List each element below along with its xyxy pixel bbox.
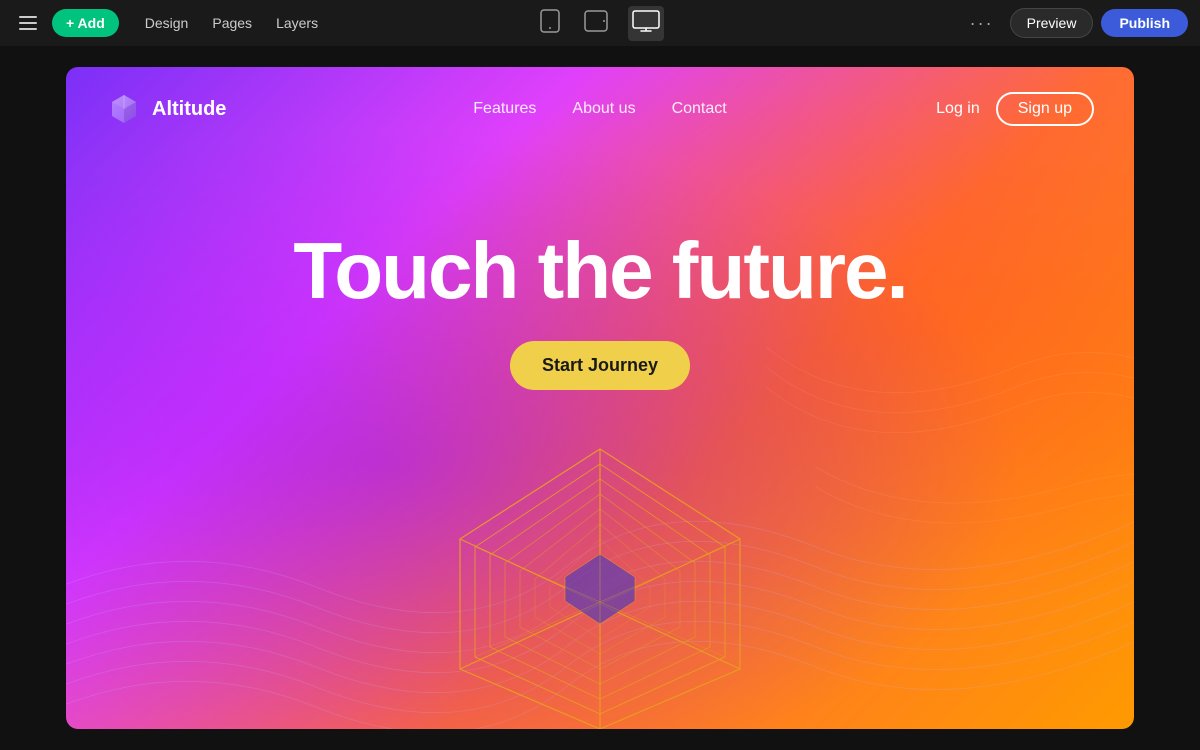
nav-contact[interactable]: Contact xyxy=(672,100,727,118)
nav-pages[interactable]: Pages xyxy=(202,9,262,37)
topbar-nav: Design Pages Layers xyxy=(135,9,328,37)
hero-cta-button[interactable]: Start Journey xyxy=(510,341,690,390)
site-nav-actions: Log in Sign up xyxy=(936,92,1094,126)
site-signup-button[interactable]: Sign up xyxy=(996,92,1094,126)
hero-title: Touch the future. xyxy=(293,231,906,311)
add-button[interactable]: + Add xyxy=(52,9,119,37)
3d-cube xyxy=(430,429,770,729)
logo-text: Altitude xyxy=(152,98,226,121)
logo-icon xyxy=(106,91,142,127)
preview-button[interactable]: Preview xyxy=(1010,8,1094,38)
publish-button[interactable]: Publish xyxy=(1101,9,1188,37)
hamburger-button[interactable] xyxy=(12,7,44,39)
nav-about[interactable]: About us xyxy=(572,100,635,118)
site-nav-links: Features About us Contact xyxy=(473,100,726,118)
site-hero: Touch the future. Start Journey xyxy=(66,151,1134,390)
nav-design[interactable]: Design xyxy=(135,9,199,37)
topbar-left: + Add Design Pages Layers xyxy=(12,7,328,39)
more-options-button[interactable]: ··· xyxy=(962,9,1002,38)
site-preview: Altitude Features About us Contact Log i… xyxy=(66,67,1134,729)
site-login-link[interactable]: Log in xyxy=(936,100,980,118)
topbar-right: ··· Preview Publish xyxy=(962,8,1188,38)
tablet-view-button[interactable] xyxy=(580,6,612,41)
site-logo: Altitude xyxy=(106,91,226,127)
nav-features[interactable]: Features xyxy=(473,100,536,118)
nav-layers[interactable]: Layers xyxy=(266,9,328,37)
mobile-view-button[interactable] xyxy=(536,5,564,42)
site-navbar: Altitude Features About us Contact Log i… xyxy=(66,67,1134,151)
device-switcher xyxy=(536,5,664,42)
canvas-area: Altitude Features About us Contact Log i… xyxy=(0,46,1200,750)
desktop-view-button[interactable] xyxy=(628,6,664,41)
topbar: + Add Design Pages Layers xyxy=(0,0,1200,46)
